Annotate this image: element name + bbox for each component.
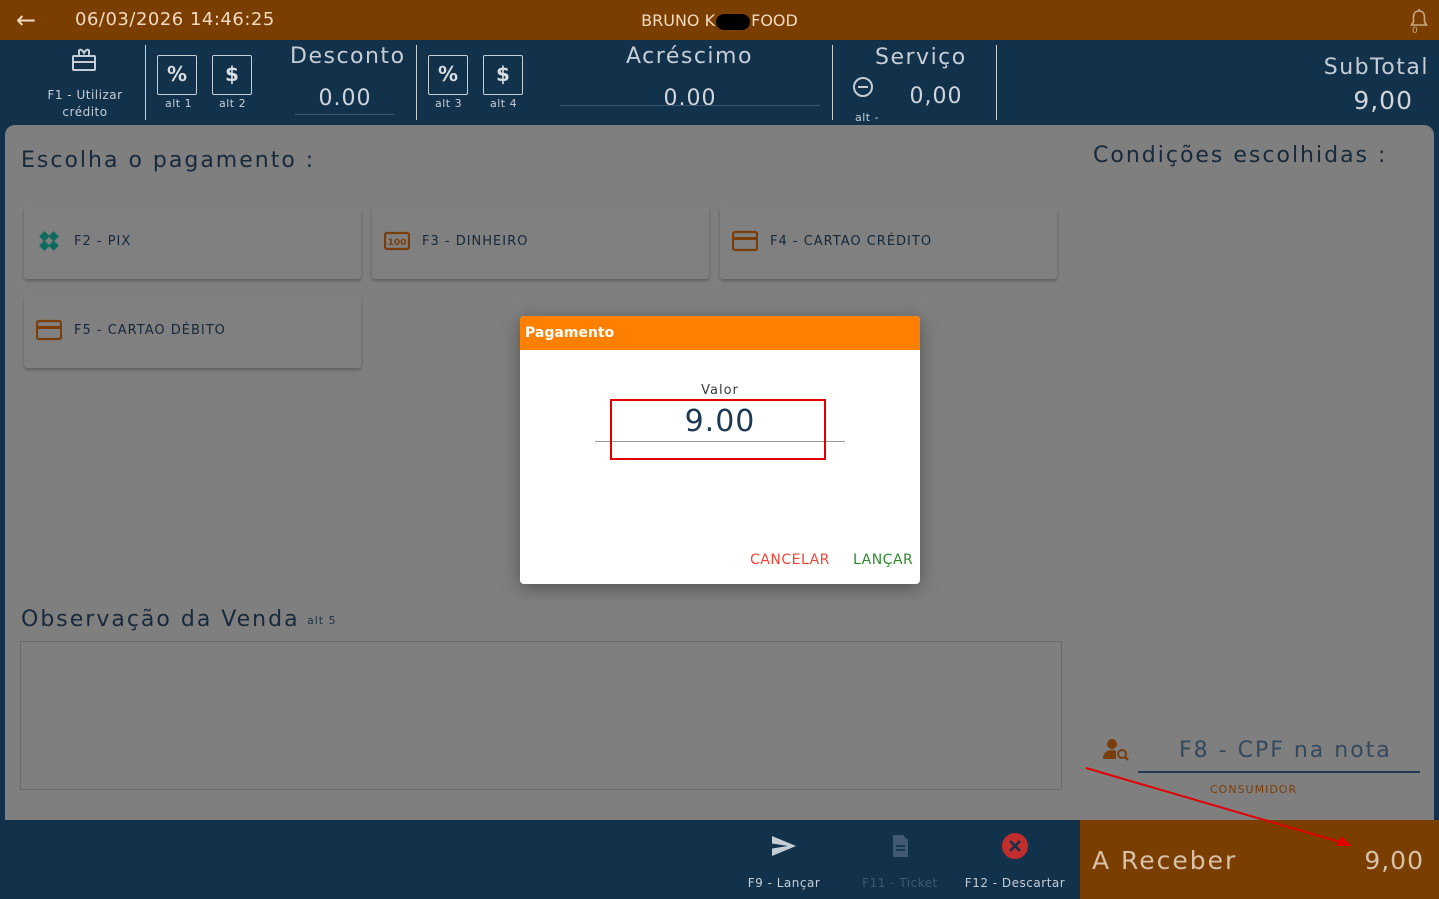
divider: [832, 45, 833, 120]
use-credit-label: F1 - Utilizar crédito: [47, 88, 123, 119]
surcharge-percent-shortcut: alt 3: [435, 97, 463, 110]
payment-title: Escolha o pagamento :: [21, 148, 316, 173]
discount-underline: [295, 114, 395, 115]
store-name: BRUNO K FOOD: [0, 11, 1439, 30]
ticket-label: F11 - Ticket: [862, 876, 938, 890]
send-icon: [772, 836, 796, 856]
pay-cash-button[interactable]: 100 F3 - DINHEIRO: [372, 207, 709, 279]
discount-money-button[interactable]: $: [212, 55, 252, 95]
subtotal-title: SubTotal: [1323, 55, 1429, 80]
launch-label: F9 - Lançar: [747, 876, 821, 890]
bottom-bar: F9 - Lançar F11 - Ticket F12 - Descartar…: [0, 820, 1439, 899]
svg-text:100: 100: [388, 238, 407, 248]
divider: [996, 45, 997, 120]
surcharge-money-shortcut: alt 4: [490, 97, 518, 110]
pay-credit-label: F4 - CARTAO CRÉDITO: [770, 234, 933, 249]
confirm-launch-button[interactable]: LANÇAR: [853, 552, 913, 568]
discard-button[interactable]: F12 - Descartar: [962, 820, 1068, 899]
service-title: Serviço: [875, 45, 967, 70]
use-credit-button[interactable]: F1 - Utilizar crédito: [40, 45, 130, 123]
dialog-header: Pagamento: [520, 316, 920, 350]
pay-pix-label: F2 - PIX: [74, 234, 132, 249]
discount-money-shortcut: alt 2: [219, 97, 247, 110]
bell-icon[interactable]: 0: [1409, 8, 1429, 34]
dialog-title: Pagamento: [525, 325, 615, 341]
notification-count: 0: [1412, 26, 1418, 34]
pay-debit-label: F5 - CARTAO DÉBITO: [74, 323, 226, 338]
debit-card-icon: [36, 319, 62, 341]
surcharge-value[interactable]: 0.00: [560, 86, 820, 111]
observation-title: Observação da Venda: [21, 607, 300, 632]
surcharge-percent-button[interactable]: %: [428, 55, 468, 95]
payment-dialog: Pagamento Valor CANCELAR LANÇAR: [520, 316, 920, 584]
ticket-icon: [893, 835, 908, 857]
discount-percent-button[interactable]: %: [157, 55, 197, 95]
ticket-button[interactable]: F11 - Ticket: [858, 820, 942, 899]
amount-input[interactable]: [595, 402, 845, 442]
cash-icon: 100: [384, 231, 410, 251]
pay-pix-button[interactable]: F2 - PIX: [24, 207, 361, 279]
to-receive-label: A Receber: [1092, 846, 1238, 875]
pay-debit-button[interactable]: F5 - CARTAO DÉBITO: [24, 296, 361, 368]
observation-shortcut: alt 5: [307, 614, 337, 627]
discard-label: F12 - Descartar: [964, 876, 1066, 890]
surcharge-underline: [560, 105, 820, 106]
to-receive-value: 9,00: [1364, 846, 1424, 875]
service-value: 0,00: [909, 84, 963, 109]
discount-title: Desconto: [290, 44, 406, 69]
divider: [145, 45, 146, 120]
service-shortcut: alt -: [855, 111, 880, 124]
store-name-suffix: FOOD: [751, 11, 798, 30]
amount-label: Valor: [701, 383, 739, 398]
gift-card-icon: [72, 48, 96, 71]
subtotal-value: 9,00: [1353, 86, 1413, 115]
credit-card-icon: [732, 230, 758, 252]
divider: [416, 45, 417, 120]
cpf-underline: [1138, 771, 1420, 773]
amount-to-receive: A Receber 9,00: [1080, 820, 1439, 899]
top-bar: ← 06/03/2026 14:46:25 BRUNO K FOOD 0: [0, 0, 1439, 40]
header-toolbar: F1 - Utilizar crédito % alt 1 $ alt 2 De…: [0, 40, 1439, 125]
cancel-button[interactable]: CANCELAR: [750, 552, 830, 568]
surcharge-title: Acréscimo: [626, 44, 753, 69]
person-search-icon[interactable]: [1102, 737, 1130, 763]
redaction-mark: [716, 13, 751, 30]
surcharge-money-button[interactable]: $: [483, 55, 523, 95]
pay-cash-label: F3 - DINHEIRO: [422, 234, 529, 249]
discount-value[interactable]: 0.00: [295, 86, 395, 111]
pay-credit-button[interactable]: F4 - CARTAO CRÉDITO: [720, 207, 1057, 279]
store-name-prefix: BRUNO K: [641, 11, 716, 30]
observation-textarea[interactable]: [20, 641, 1062, 790]
cpf-input[interactable]: F8 - CPF na nota: [1179, 738, 1392, 763]
pix-icon: [39, 231, 59, 251]
remove-service-icon[interactable]: [852, 76, 874, 98]
cpf-consumer-label: CONSUMIDOR: [1210, 783, 1298, 796]
discard-x-icon: [1002, 833, 1028, 859]
launch-button[interactable]: F9 - Lançar: [740, 820, 828, 899]
discount-percent-shortcut: alt 1: [165, 97, 193, 110]
conditions-title: Condições escolhidas :: [1093, 143, 1388, 168]
